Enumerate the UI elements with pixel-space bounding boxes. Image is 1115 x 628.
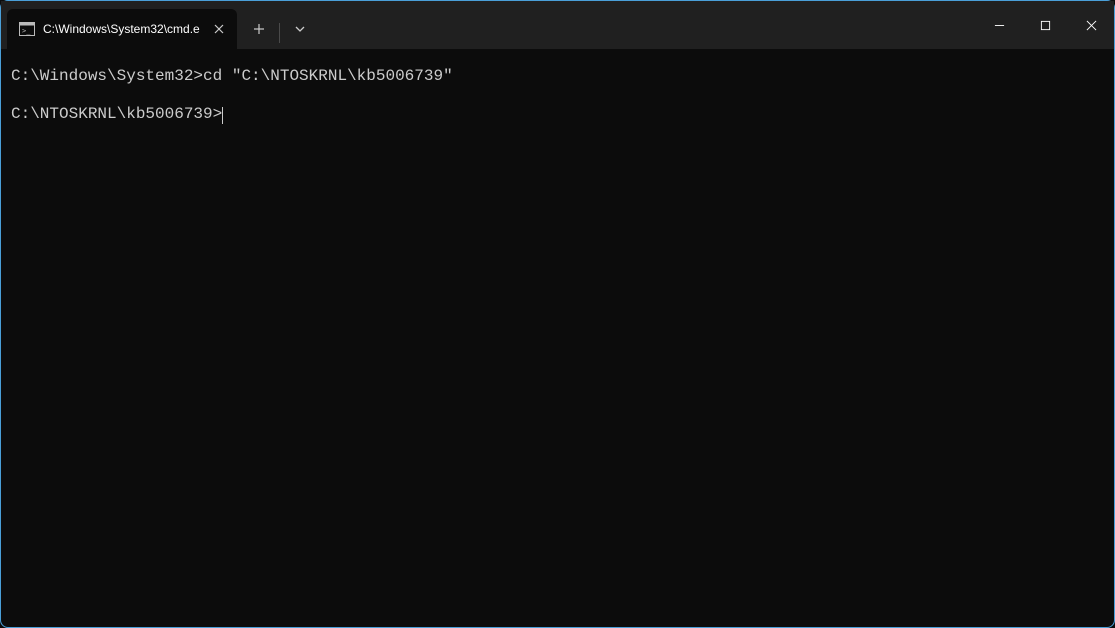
maximize-button[interactable]: [1022, 1, 1068, 49]
window-close-button[interactable]: [1068, 1, 1114, 49]
prompt: C:\Windows\System32>: [11, 67, 203, 85]
terminal-line: C:\Windows\System32>cd "C:\NTOSKRNL\kb50…: [11, 67, 1104, 86]
minimize-button[interactable]: [976, 1, 1022, 49]
plus-icon: [253, 23, 265, 35]
minimize-icon: [994, 20, 1005, 31]
terminal-tab[interactable]: >_ C:\Windows\System32\cmd.e: [7, 9, 237, 49]
terminal-line: [11, 86, 1104, 105]
titlebar: >_ C:\Windows\System32\cmd.e: [1, 1, 1114, 49]
command-text: cd "C:\NTOSKRNL\kb5006739": [203, 67, 453, 85]
divider: [279, 23, 280, 43]
chevron-down-icon: [294, 23, 306, 35]
tab-actions: [237, 1, 318, 49]
close-icon: [214, 24, 224, 34]
tab-title: C:\Windows\System32\cmd.e: [43, 22, 203, 36]
window-controls: [976, 1, 1114, 49]
terminal-line: C:\NTOSKRNL\kb5006739>: [11, 105, 1104, 124]
new-tab-button[interactable]: [241, 13, 277, 45]
close-icon: [1086, 20, 1097, 31]
terminal-output[interactable]: C:\Windows\System32>cd "C:\NTOSKRNL\kb50…: [1, 49, 1114, 627]
svg-text:>_: >_: [22, 27, 31, 35]
titlebar-drag-area[interactable]: [318, 1, 976, 49]
tab-dropdown-button[interactable]: [282, 13, 318, 45]
prompt: C:\NTOSKRNL\kb5006739>: [11, 105, 222, 123]
maximize-icon: [1040, 20, 1051, 31]
cmd-icon: >_: [19, 21, 35, 37]
tab-close-button[interactable]: [209, 19, 229, 39]
cursor: [222, 107, 223, 124]
